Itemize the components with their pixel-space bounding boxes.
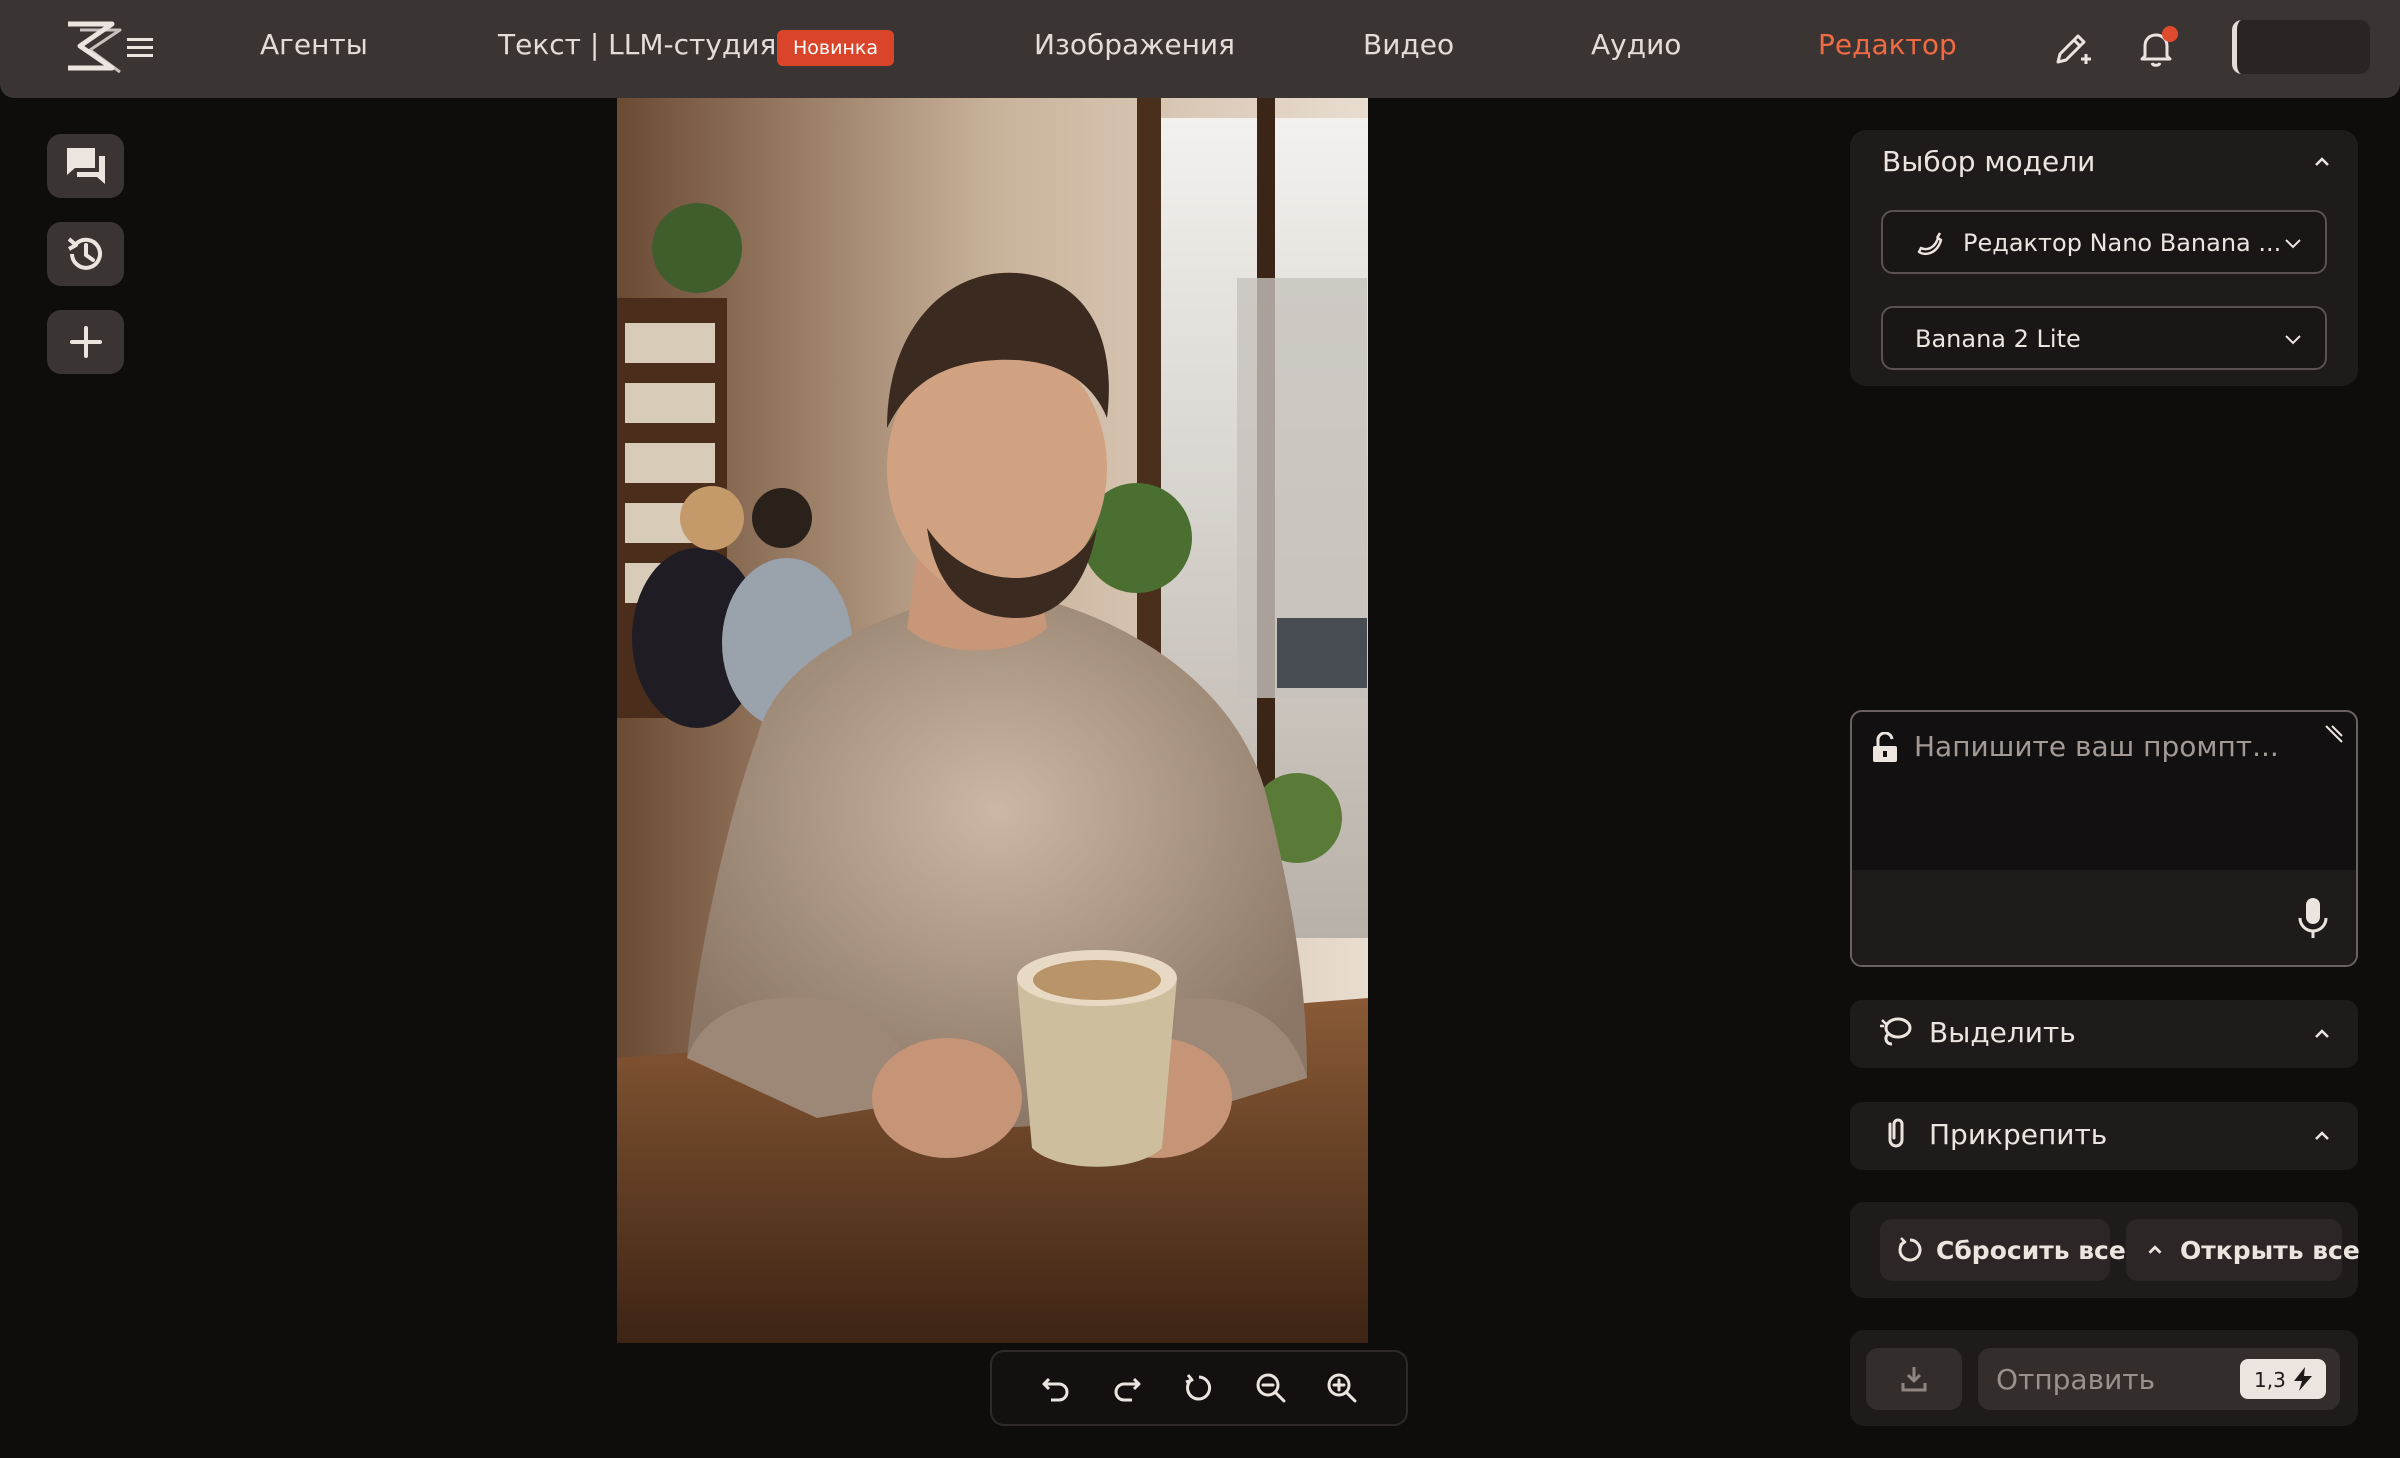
paperclip-icon bbox=[1888, 1118, 1904, 1148]
history-button[interactable] bbox=[47, 222, 124, 286]
undo-icon bbox=[1042, 1377, 1069, 1402]
reset-all-button[interactable]: Сбросить все bbox=[1880, 1219, 2126, 1281]
edited-photo[interactable] bbox=[617, 98, 1368, 1343]
model-select-value: Редактор Nano Banana ... bbox=[1963, 229, 2282, 257]
send-panel: Отправить 1,3 bbox=[1850, 1330, 2358, 1426]
chevron-down-icon bbox=[2285, 239, 2301, 249]
attach-section[interactable]: Прикрепить bbox=[1850, 1102, 2358, 1170]
cost-value: 1,3 bbox=[2254, 1368, 2286, 1392]
new-chat-button[interactable] bbox=[47, 310, 124, 374]
nav-images[interactable]: Изображения bbox=[1034, 28, 1235, 61]
open-all-button[interactable]: Открыть все bbox=[2126, 1219, 2360, 1281]
send-button[interactable]: Отправить 1,3 bbox=[1978, 1348, 2340, 1410]
new-badge: Новинка bbox=[777, 30, 894, 66]
lightning-icon bbox=[2294, 1367, 2312, 1391]
banana-icon bbox=[1917, 232, 1943, 256]
version-select[interactable]: Banana 2 Lite bbox=[1881, 306, 2327, 370]
redo-button[interactable] bbox=[1107, 1368, 1147, 1408]
select-section-label: Выделить bbox=[1929, 1016, 2076, 1049]
select-section[interactable]: Выделить bbox=[1850, 1000, 2358, 1068]
zoom-in-button[interactable] bbox=[1322, 1368, 1362, 1408]
unlock-icon[interactable] bbox=[1870, 732, 1900, 764]
prompt-toolbar bbox=[1852, 870, 2356, 965]
send-label: Отправить bbox=[1996, 1363, 2156, 1396]
photo-illustration bbox=[617, 98, 1368, 1343]
resize-handle-icon[interactable] bbox=[2322, 724, 2344, 746]
reset-icon bbox=[1898, 1237, 1922, 1262]
chevron-up-icon bbox=[2315, 1131, 2329, 1140]
model-panel-title: Выбор модели bbox=[1882, 145, 2096, 178]
hamburger-icon[interactable] bbox=[127, 35, 153, 59]
chevron-up-icon bbox=[2148, 1245, 2162, 1254]
redo-icon bbox=[1114, 1377, 1141, 1402]
logo-icon[interactable] bbox=[60, 16, 128, 78]
zoom-out-button[interactable] bbox=[1251, 1368, 1291, 1408]
canvas-toolbar bbox=[990, 1350, 1408, 1426]
prompt-input[interactable] bbox=[1914, 730, 2314, 850]
lasso-icon bbox=[1880, 1017, 1912, 1046]
section-actions: Сбросить все Открыть все bbox=[1850, 1202, 2360, 1298]
microphone-icon[interactable] bbox=[2296, 896, 2330, 940]
attach-section-label: Прикрепить bbox=[1929, 1118, 2108, 1151]
nav-text-studio[interactable]: Текст | LLM-студия bbox=[498, 28, 776, 61]
download-icon bbox=[1901, 1367, 1927, 1392]
user-avatar[interactable] bbox=[2232, 20, 2370, 74]
version-select-value: Banana 2 Lite bbox=[1915, 325, 2081, 353]
nav-video[interactable]: Видео bbox=[1363, 28, 1454, 61]
cost-badge: 1,3 bbox=[2240, 1359, 2326, 1399]
model-selection-panel: Выбор модели Редактор Nano Banana ... Ba… bbox=[1850, 130, 2358, 386]
rotate-icon bbox=[1185, 1374, 1212, 1401]
prompt-box bbox=[1850, 710, 2358, 967]
download-button[interactable] bbox=[1866, 1348, 1962, 1410]
reset-view-button[interactable] bbox=[1179, 1368, 1219, 1408]
nav-agents[interactable]: Агенты bbox=[260, 28, 368, 61]
notification-dot bbox=[2162, 26, 2178, 42]
history-icon bbox=[67, 237, 102, 270]
zoom-out-icon bbox=[1256, 1373, 1286, 1403]
chevron-up-icon bbox=[2315, 1029, 2329, 1038]
chevron-down-icon bbox=[2285, 335, 2301, 345]
open-all-label: Открыть все bbox=[2180, 1236, 2360, 1265]
nav-audio[interactable]: Аудио bbox=[1591, 28, 1681, 61]
chats-button[interactable] bbox=[47, 134, 124, 198]
reset-all-label: Сбросить все bbox=[1936, 1236, 2126, 1265]
chevron-up-icon[interactable] bbox=[2310, 150, 2334, 174]
undo-button[interactable] bbox=[1036, 1368, 1076, 1408]
plus-icon bbox=[69, 326, 102, 358]
chat-bubbles-icon bbox=[66, 148, 105, 184]
top-navigation-bar: Агенты Текст | LLM-студия Новинка Изобра… bbox=[0, 0, 2400, 98]
nav-editor[interactable]: Редактор bbox=[1818, 28, 1957, 61]
pencil-sparkle-icon[interactable] bbox=[2050, 26, 2094, 70]
model-select[interactable]: Редактор Nano Banana ... bbox=[1881, 210, 2327, 274]
zoom-in-icon bbox=[1327, 1373, 1357, 1403]
